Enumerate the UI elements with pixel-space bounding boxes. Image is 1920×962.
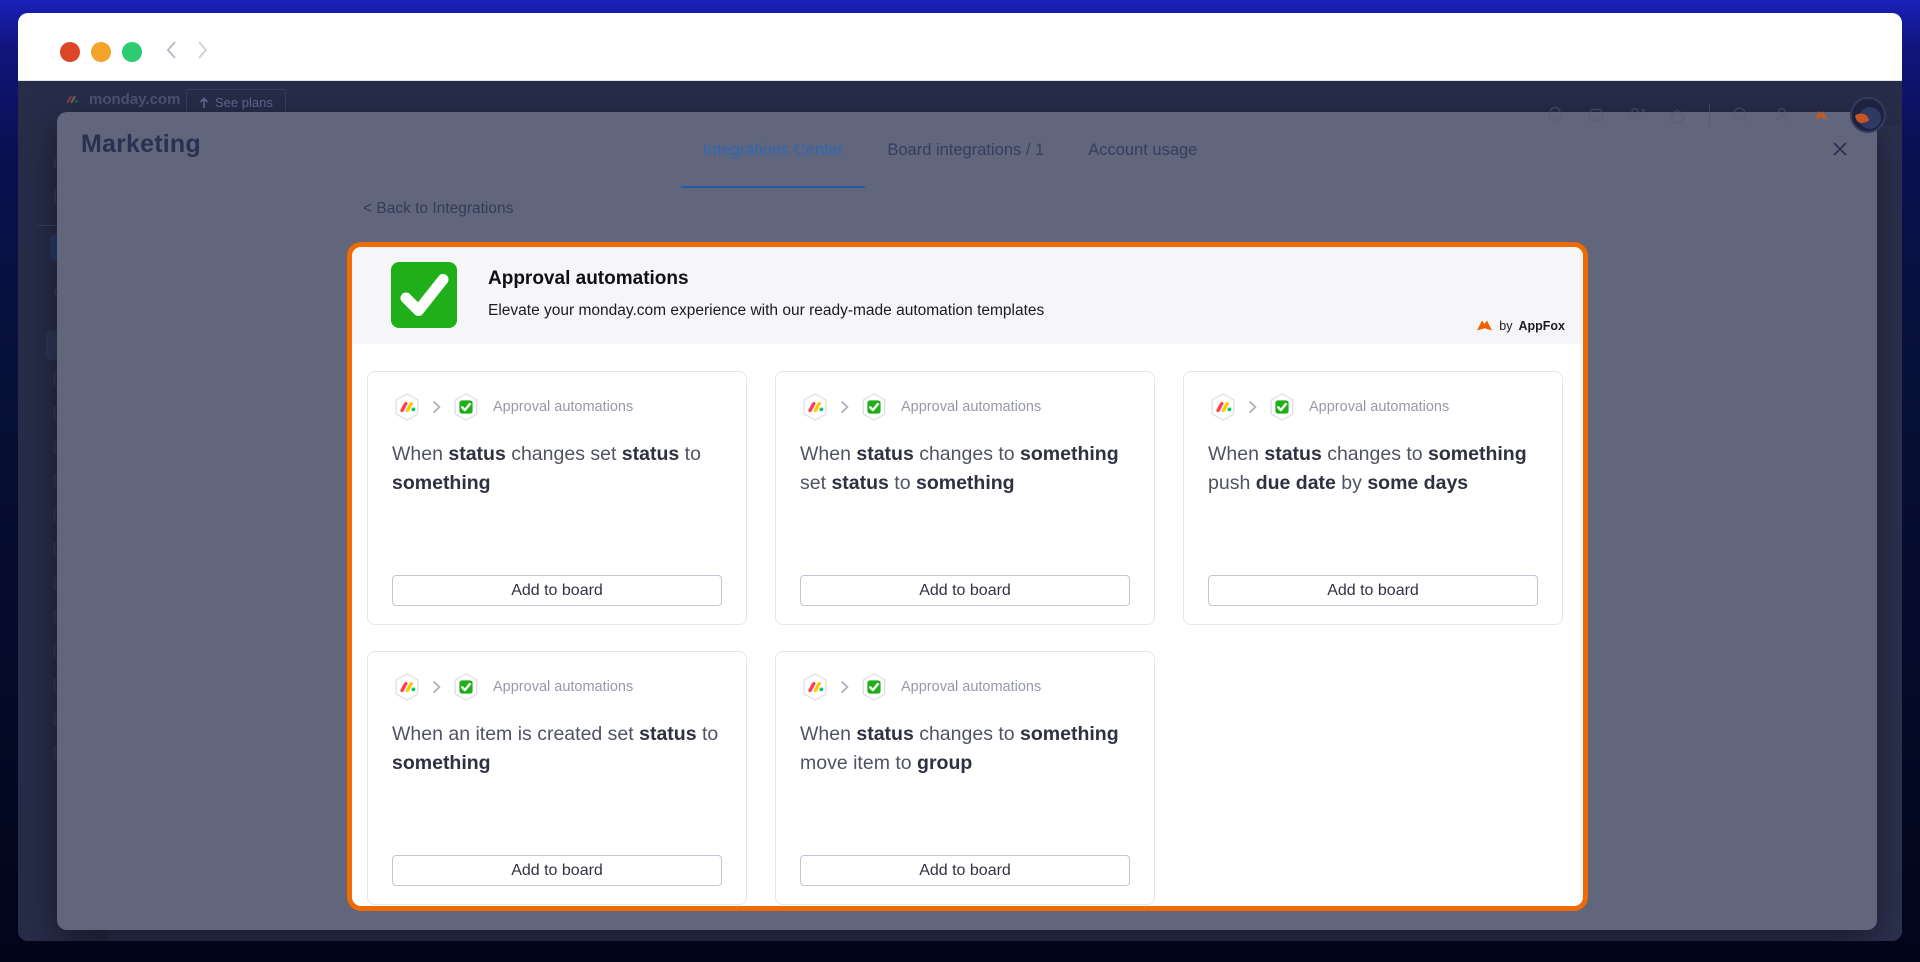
back-to-integrations-link[interactable]: < Back to Integrations [363, 200, 513, 218]
approval-automations-app-icon [391, 262, 457, 328]
automation-card: Approval automations When status changes… [1183, 371, 1563, 625]
tab-label: Integrations Center [703, 141, 843, 160]
automation-sentence: When status changes to something move it… [800, 720, 1130, 778]
approval-automations-spotlight: Approval automations Elevate your monday… [347, 242, 1588, 911]
automation-card: Approval automations When an item is cre… [367, 651, 747, 905]
add-to-board-button[interactable]: Add to board [800, 855, 1130, 886]
banner-title: Approval automations [488, 268, 689, 290]
byline-prefix: by [1499, 319, 1512, 333]
board-title: Marketing [81, 130, 201, 159]
byline-brand: AppFox [1518, 319, 1565, 333]
automation-card: Approval automations When status changes… [775, 371, 1155, 625]
tab-board-integrations[interactable]: Board integrations / 1 [865, 112, 1066, 188]
zoom-window-button[interactable] [122, 42, 142, 62]
desktop-background: monday.com See plans T [0, 0, 1920, 962]
close-modal-button[interactable] [1829, 138, 1851, 160]
chevron-right-icon [840, 400, 849, 414]
tab-integrations-center[interactable]: Integrations Center [681, 112, 865, 188]
modal-tabs: Integrations Center Board integrations /… [681, 112, 1219, 188]
add-to-board-button[interactable]: Add to board [800, 575, 1130, 606]
apps-puzzle-icon[interactable] [1668, 105, 1688, 125]
add-to-board-button[interactable]: Add to board [392, 855, 722, 886]
profile-person-icon[interactable] [1772, 105, 1792, 125]
top-bar-actions [1545, 97, 1886, 133]
monday-app-icon [1208, 392, 1238, 422]
window-controls [60, 42, 142, 62]
upgrade-arrow-icon [199, 97, 209, 109]
monday-logo-text: monday.com [89, 91, 180, 108]
automation-sentence: When status changes set status to someth… [392, 440, 722, 498]
add-to-board-button[interactable]: Add to board [392, 575, 722, 606]
browser-titlebar [18, 13, 1902, 81]
minimize-window-button[interactable] [91, 42, 111, 62]
approval-automations-app-icon [859, 392, 889, 422]
chevron-right-icon [432, 400, 441, 414]
monday-app-icon [800, 392, 830, 422]
tab-label: Board integrations / 1 [887, 141, 1044, 160]
monday-app-icon [392, 672, 422, 702]
monday-logo[interactable]: monday.com [63, 90, 180, 108]
monday-app-icon [392, 392, 422, 422]
automation-sentence: When status changes to something set sta… [800, 440, 1130, 498]
browser-window: monday.com See plans T [18, 13, 1902, 941]
card-app-label: Approval automations [901, 399, 1041, 415]
tab-label: Account usage [1088, 141, 1197, 160]
card-app-label: Approval automations [901, 679, 1041, 695]
approval-automations-app-icon [859, 672, 889, 702]
automation-card: Approval automations When status changes… [775, 651, 1155, 905]
search-icon[interactable] [1731, 105, 1751, 125]
chevron-right-icon [432, 680, 441, 694]
see-plans-label: See plans [215, 95, 273, 110]
automation-sentence: When an item is created set status to so… [392, 720, 722, 778]
card-app-row: Approval automations [1208, 392, 1538, 422]
automation-card-grid: Approval automations When status changes… [367, 371, 1563, 905]
chevron-right-icon [840, 680, 849, 694]
browser-navigation [164, 39, 210, 61]
approval-automations-app-icon [451, 392, 481, 422]
automation-card: Approval automations When status changes… [367, 371, 747, 625]
approval-automations-app-icon [1267, 392, 1297, 422]
inbox-tray-icon[interactable] [1586, 105, 1606, 125]
invite-person-icon[interactable] [1627, 105, 1647, 125]
monday-logo-icon [63, 90, 81, 108]
card-app-label: Approval automations [1309, 399, 1449, 415]
tab-account-usage[interactable]: Account usage [1066, 112, 1219, 188]
notifications-bell-icon[interactable] [1545, 105, 1565, 125]
app-vendor-byline: by AppFox [1476, 318, 1565, 333]
card-app-label: Approval automations [493, 399, 633, 415]
appfox-fox-icon [1476, 318, 1493, 333]
card-app-row: Approval automations [800, 672, 1130, 702]
automation-sentence: When status changes to something push du… [1208, 440, 1538, 498]
back-arrow-icon[interactable] [164, 39, 180, 61]
banner-subtitle: Elevate your monday.com experience with … [488, 302, 1044, 320]
card-app-row: Approval automations [392, 672, 722, 702]
appfox-fox-icon[interactable] [1813, 107, 1829, 123]
app-banner: Approval automations Elevate your monday… [352, 247, 1583, 344]
user-avatar[interactable] [1850, 97, 1886, 133]
card-app-row: Approval automations [800, 392, 1130, 422]
close-icon [1831, 140, 1849, 158]
approval-automations-app-icon [451, 672, 481, 702]
forward-arrow-icon[interactable] [194, 39, 210, 61]
integrations-modal: Marketing Integrations Center Board inte… [57, 112, 1877, 930]
card-app-row: Approval automations [392, 392, 722, 422]
chevron-right-icon [1248, 400, 1257, 414]
top-bar-divider [1709, 104, 1710, 126]
close-window-button[interactable] [60, 42, 80, 62]
add-to-board-button[interactable]: Add to board [1208, 575, 1538, 606]
card-app-label: Approval automations [493, 679, 633, 695]
monday-app-icon [800, 672, 830, 702]
